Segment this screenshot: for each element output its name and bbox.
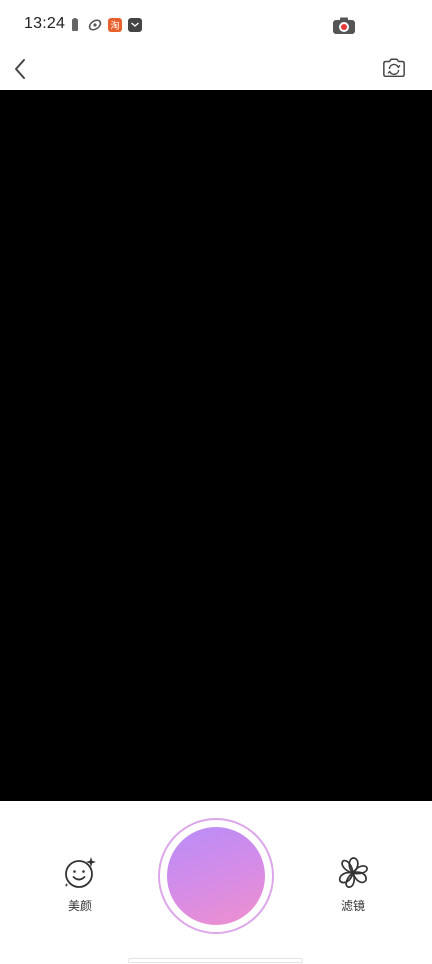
camera-screen: 13:24 淘 美颜 滤镜	[0, 0, 432, 964]
status-bar: 13:24 淘	[0, 0, 432, 50]
back-button[interactable]	[8, 54, 32, 84]
shutter-button[interactable]	[158, 818, 274, 934]
top-app-bar	[0, 50, 432, 90]
filter-button[interactable]: 滤镜	[323, 855, 383, 914]
switch-camera-button[interactable]	[382, 56, 406, 80]
bottom-controls: 美颜 滤镜	[0, 801, 432, 964]
filter-flower-icon	[335, 855, 371, 891]
svg-text:淘: 淘	[110, 20, 119, 32]
beauty-face-icon	[62, 855, 98, 891]
shutter-inner	[167, 827, 265, 925]
app-notification-icon	[88, 18, 102, 32]
beauty-button[interactable]: 美颜	[50, 855, 110, 914]
filter-label: 滤镜	[340, 899, 365, 913]
camera-preview[interactable]	[0, 90, 432, 801]
beauty-label: 美颜	[67, 899, 92, 913]
screen-record-icon	[332, 17, 356, 35]
taobao-notification-icon: 淘	[108, 18, 122, 32]
switch-camera-icon	[383, 58, 405, 78]
message-notification-icon	[128, 18, 142, 32]
home-indicator[interactable]	[128, 958, 303, 963]
chevron-left-icon	[15, 59, 25, 79]
battery-saver-icon	[68, 18, 82, 32]
status-notification-icons: 淘	[68, 18, 142, 32]
status-time: 13:24	[24, 15, 66, 32]
